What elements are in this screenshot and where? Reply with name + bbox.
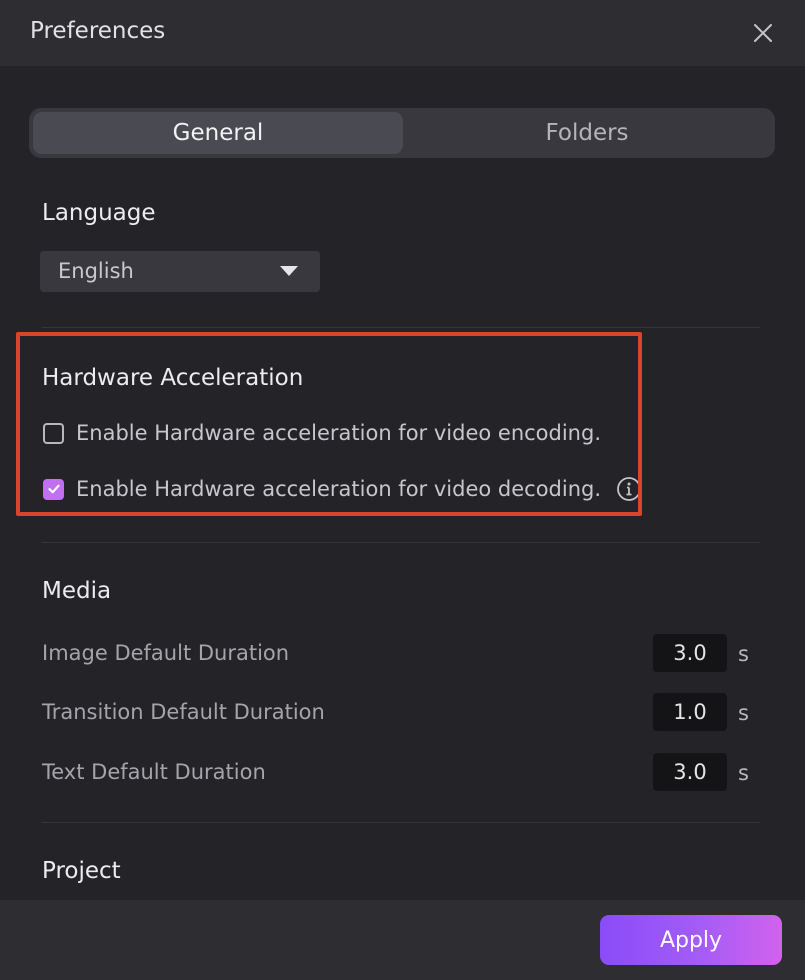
- preferences-dialog: Preferences General Folders Language Eng…: [0, 0, 805, 980]
- image-duration-label: Image Default Duration: [42, 641, 290, 665]
- close-icon[interactable]: [751, 21, 775, 45]
- tab-folders[interactable]: Folders: [403, 112, 771, 154]
- image-duration-unit: s: [738, 642, 749, 666]
- image-duration-input[interactable]: [653, 634, 727, 672]
- dialog-footer: Apply: [0, 900, 805, 980]
- transition-duration-input[interactable]: [653, 693, 727, 731]
- section-divider: [42, 327, 760, 328]
- dialog-title: Preferences: [30, 18, 166, 44]
- tab-general[interactable]: General: [33, 112, 403, 154]
- text-duration-input[interactable]: [653, 753, 727, 791]
- tab-bar: General Folders: [29, 108, 775, 158]
- text-duration-unit: s: [738, 761, 749, 785]
- language-heading: Language: [42, 200, 156, 226]
- text-duration-label: Text Default Duration: [42, 760, 266, 784]
- transition-duration-unit: s: [738, 701, 749, 725]
- media-heading: Media: [42, 578, 112, 604]
- language-select-value: English: [58, 259, 134, 283]
- caret-down-icon: [280, 266, 298, 276]
- language-select[interactable]: English: [40, 251, 320, 292]
- title-bar: Preferences: [0, 0, 805, 66]
- section-divider: [42, 542, 760, 543]
- hardware-acceleration-highlight: [16, 332, 642, 516]
- apply-button[interactable]: Apply: [600, 915, 782, 965]
- project-heading: Project: [42, 858, 121, 884]
- section-divider: [42, 822, 760, 823]
- transition-duration-label: Transition Default Duration: [42, 700, 325, 724]
